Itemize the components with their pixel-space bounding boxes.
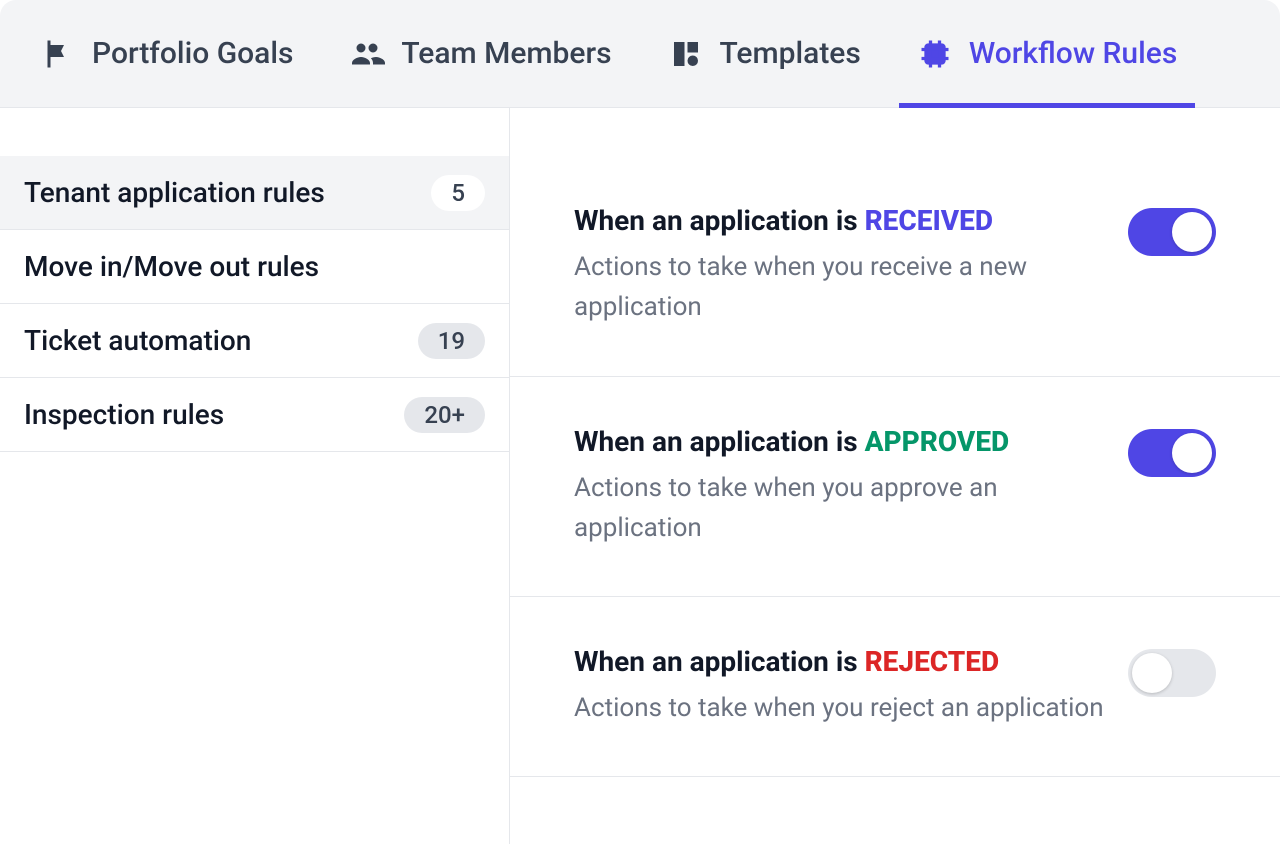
flag-icon: [40, 36, 76, 72]
rule-description: Actions to take when you approve an appl…: [574, 468, 1104, 549]
rule-description: Actions to take when you reject an appli…: [574, 688, 1104, 728]
rule-toggle-rejected[interactable]: [1128, 649, 1216, 697]
tab-label: Portfolio Goals: [92, 36, 293, 71]
rule-title: When an application is RECEIVED: [574, 204, 1104, 237]
tab-workflow-rules[interactable]: Workflow Rules: [889, 0, 1205, 107]
tab-portfolio-goals[interactable]: Portfolio Goals: [12, 0, 321, 107]
rule-title-prefix: When an application is: [574, 204, 865, 237]
rule-toggle-approved[interactable]: [1128, 429, 1216, 477]
status-badge: RECEIVED: [865, 204, 993, 237]
shapes-icon: [668, 36, 704, 72]
count-badge: 5: [431, 175, 485, 211]
tabs-header: Portfolio Goals Team Members Templates W…: [0, 0, 1280, 108]
rule-toggle-received[interactable]: [1128, 208, 1216, 256]
tab-templates[interactable]: Templates: [640, 0, 889, 107]
sidebar: Tenant application rules 5 Move in/Move …: [0, 108, 510, 844]
rule-title: When an application is REJECTED: [574, 645, 1104, 678]
rule-card-approved: When an application is APPROVED Actions …: [510, 377, 1280, 598]
tab-label: Templates: [720, 36, 861, 71]
status-badge: REJECTED: [865, 645, 1000, 678]
rule-title: When an application is APPROVED: [574, 425, 1104, 458]
tab-label: Workflow Rules: [969, 36, 1177, 71]
rule-text: When an application is RECEIVED Actions …: [574, 204, 1104, 328]
sidebar-item-inspection-rules[interactable]: Inspection rules 20+: [0, 378, 509, 452]
rule-text: When an application is APPROVED Actions …: [574, 425, 1104, 549]
users-icon: [349, 36, 385, 72]
toggle-knob: [1172, 212, 1212, 252]
rules-panel: When an application is RECEIVED Actions …: [510, 108, 1280, 844]
rule-text: When an application is REJECTED Actions …: [574, 645, 1104, 728]
sidebar-item-move-in-out-rules[interactable]: Move in/Move out rules: [0, 230, 509, 304]
rule-card-received: When an application is RECEIVED Actions …: [510, 156, 1280, 377]
sidebar-item-tenant-application-rules[interactable]: Tenant application rules 5: [0, 156, 509, 230]
sidebar-item-label: Inspection rules: [24, 398, 224, 431]
sidebar-item-ticket-automation[interactable]: Ticket automation 19: [0, 304, 509, 378]
rule-title-prefix: When an application is: [574, 645, 865, 678]
count-badge: 19: [418, 323, 485, 359]
sidebar-item-label: Move in/Move out rules: [24, 250, 319, 283]
rule-description: Actions to take when you receive a new a…: [574, 247, 1104, 328]
sidebar-item-label: Ticket automation: [24, 324, 251, 357]
tab-team-members[interactable]: Team Members: [321, 0, 639, 107]
rule-title-prefix: When an application is: [574, 425, 865, 458]
cpu-icon: [917, 36, 953, 72]
sidebar-item-label: Tenant application rules: [24, 176, 325, 209]
toggle-knob: [1132, 653, 1172, 693]
rule-card-rejected: When an application is REJECTED Actions …: [510, 597, 1280, 777]
status-badge: APPROVED: [865, 425, 1010, 458]
count-badge: 20+: [404, 397, 485, 433]
content-area: Tenant application rules 5 Move in/Move …: [0, 108, 1280, 844]
tab-label: Team Members: [401, 36, 611, 71]
toggle-knob: [1172, 433, 1212, 473]
